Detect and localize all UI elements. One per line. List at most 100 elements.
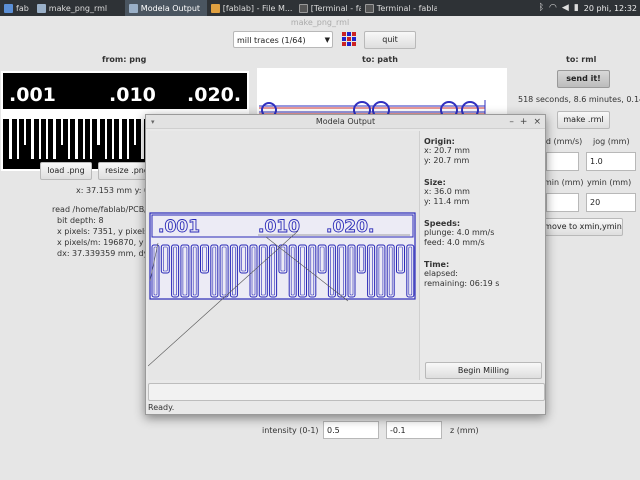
toolpath-label-2: .020. [326,217,374,237]
png-trace-bar [75,119,78,159]
ymin-label: ymin (mm) [587,178,632,187]
close-icon[interactable]: × [533,115,541,129]
taskbar-item-terminal-1[interactable]: [Terminal - fabl... [295,0,361,16]
origin-heading: Origin: [424,137,455,146]
window-icon [36,3,46,13]
dialog-menu-icon[interactable]: ▾ [151,115,155,129]
window-title: make_png_rml [290,18,350,27]
png-trace-bar [90,119,92,159]
png-trace-bar [31,119,34,159]
read-line-0: read /home/fablab/PCB/l [52,205,150,214]
speed-input[interactable] [546,152,579,171]
intensity-input[interactable]: 0.5 [323,421,379,439]
time-estimate: 518 seconds, 8.6 minutes, 0.14 ho [518,95,640,104]
origin-x: x: 20.7 mm [424,146,470,155]
jog-label: jog (mm) [593,137,630,146]
png-trace-bar [46,119,48,159]
make-rml-button[interactable]: make .rml [557,111,610,129]
taskbar-item-terminal-2[interactable]: Terminal - fabla... [361,0,437,16]
plunge-speed: plunge: 4.0 mm/s [424,228,495,237]
palette-icon[interactable] [341,31,357,47]
png-trace-bar [39,119,41,159]
home-folder-icon [210,3,220,13]
send-it-button[interactable]: send it! [557,70,610,88]
png-trace-bar [141,119,144,159]
read-line-4: dx: 37.339359 mm, dy: 1 [57,249,159,258]
png-trace-bar [105,119,107,159]
size-x: x: 36.0 mm [424,187,470,196]
z-input[interactable]: -0.1 [386,421,442,439]
xmin-label: min (mm) [544,178,584,187]
z-label: z (mm) [450,426,479,435]
read-line-1: bit depth: 8 [57,216,104,225]
wifi-icon[interactable]: ◠ [549,3,557,13]
toolpath-label-1: .010 [258,217,300,237]
origin-y: y: 20.7 mm [424,156,470,165]
png-trace-bar [53,119,56,159]
size-heading: Size: [424,178,446,187]
time-heading: Time: [424,260,450,269]
png-trace-bar [119,119,122,159]
begin-milling-button[interactable]: Begin Milling [425,362,542,379]
quit-button[interactable]: quit [364,31,416,49]
png-trace-bar [61,119,63,145]
png-trace-bar [9,119,12,159]
speeds-heading: Speeds: [424,219,461,228]
feed-speed: feed: 4.0 mm/s [424,238,485,247]
taskbar-item-file-manager[interactable]: [fablab] - File M... [207,0,295,16]
intensity-label: intensity (0-1) [262,426,319,435]
path-preview-image [257,68,507,118]
dialog-title: Modela Output [315,117,376,126]
folder-icon [4,3,13,13]
chevron-down-icon: ▼ [324,36,330,44]
clock[interactable]: 20 phi, 12:32 [584,4,637,13]
terminal-icon [298,3,308,13]
mode-select[interactable]: mill traces (1/64) ▼ [233,31,333,48]
from-png-header: from: png [102,55,147,64]
bluetooth-icon[interactable]: ᛒ [539,3,544,13]
load-png-button[interactable]: load .png [40,162,92,180]
ymin-input[interactable]: 20 [586,193,636,212]
png-label-2: .020. [187,84,241,106]
progress-bar [148,383,545,401]
taskbar-item-fab[interactable]: fab [0,0,33,16]
system-tray: ᛒ ◠ ◀ ▮ 20 phi, 12:32 [539,3,640,13]
png-trace-bar [127,119,129,159]
xmin-input[interactable] [546,193,579,212]
to-path-header: to: path [362,55,398,64]
read-line-3: x pixels/m: 196870, y pix [57,238,159,247]
path-preview-svg [259,100,486,118]
elapsed-time: elapsed: [424,269,458,278]
to-rml-header: to: rml [566,55,597,64]
toolpath-svg: .001 .010 .020. [147,212,416,367]
taskbar: fab make_png_rml Modela Output [fablab] … [0,0,640,16]
window-icon [128,3,138,13]
png-trace-bar [112,119,114,159]
remaining-time: remaining: 06:19 s [424,279,500,288]
toolpath-label-0: .001 [158,217,200,237]
speed-label: ed (mm/s) [541,137,583,146]
taskbar-item-make-png-rml[interactable]: make_png_rml [33,0,125,16]
png-trace-bar [83,119,85,159]
png-trace-bar [68,119,70,159]
maximize-icon[interactable]: + [520,115,528,129]
jog-input[interactable]: 1.0 [586,152,636,171]
move-to-xmin-ymin-button[interactable]: move to xmin,ymin [543,218,623,236]
png-label-0: .001 [9,84,56,106]
status-text: Ready. [148,403,175,412]
terminal-icon [364,3,374,13]
png-trace-bar [134,119,136,145]
size-y: y: 11.4 mm [424,197,470,206]
job-info-panel: Origin: x: 20.7 mm y: 20.7 mm Size: x: 3… [422,131,544,289]
taskbar-item-modela-output[interactable]: Modela Output [124,0,207,16]
modela-output-dialog: ▾ Modela Output – + × .001 .010 .020. Orig… [145,114,546,415]
read-line-2: x pixels: 7351, y pixels: 2 [57,227,159,236]
volume-icon[interactable]: ◀ [562,3,569,13]
battery-icon[interactable]: ▮ [574,3,579,13]
png-trace-bar [17,119,19,159]
minimize-icon[interactable]: – [509,115,514,129]
dialog-titlebar[interactable]: ▾ Modela Output – + × [146,115,545,129]
toolpath-canvas: .001 .010 .020. [147,131,420,380]
png-label-1: .010 [109,84,156,106]
png-trace-bar [97,119,100,145]
